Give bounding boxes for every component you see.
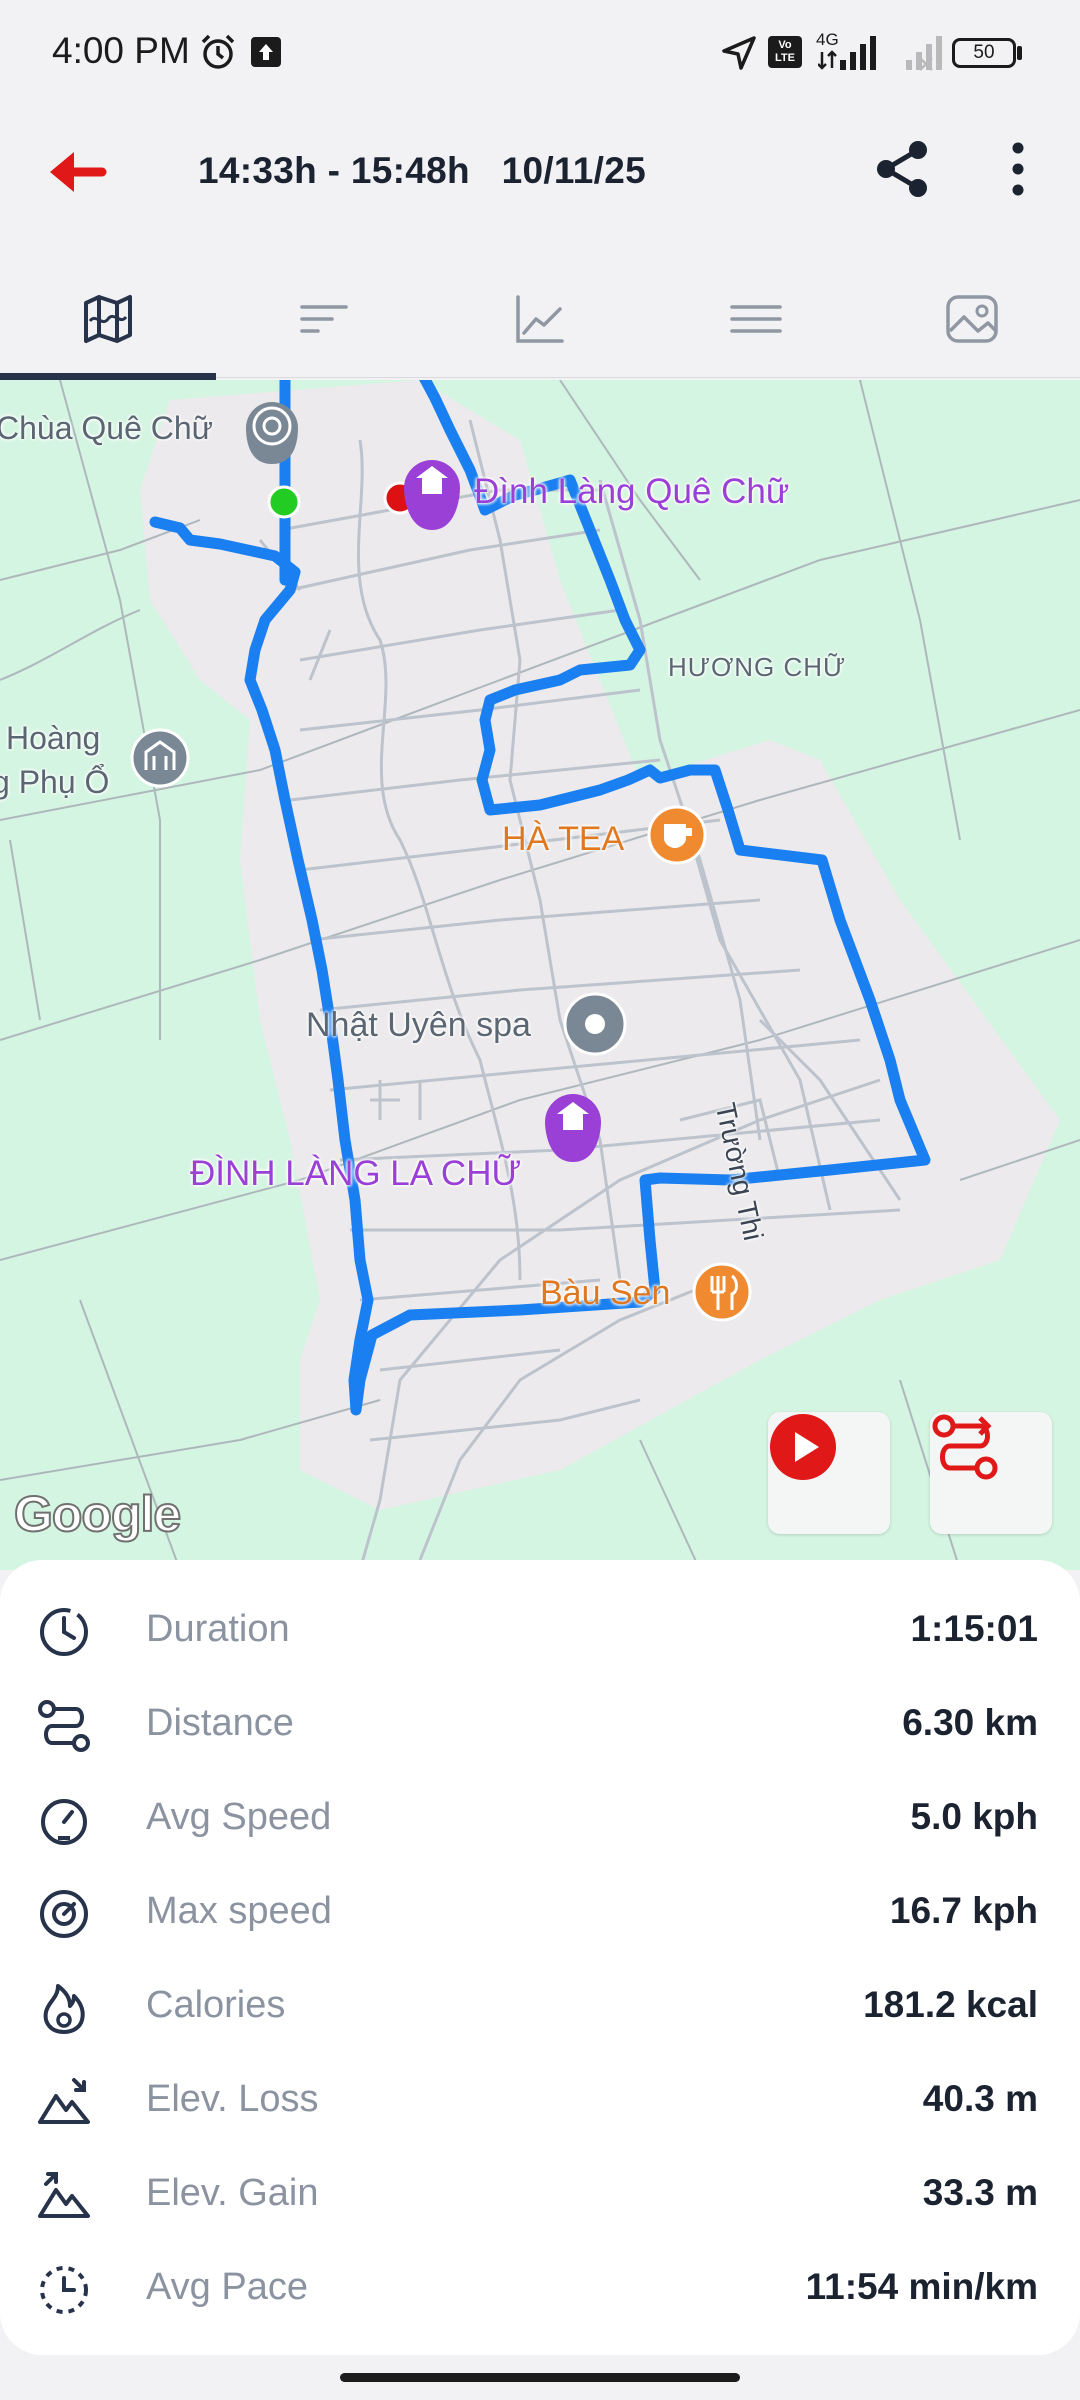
poi-pin-ha-tea[interactable] [647,805,707,865]
tab-selected-indicator [0,373,216,380]
play-route-button[interactable] [768,1412,890,1534]
stat-label: Duration [146,1608,290,1650]
stat-row-avg-speed: Avg Speed 5.0 kph [0,1770,1080,1864]
flame-icon [43,1984,85,2034]
stat-row-elev-gain: Elev. Gain 33.3 m [0,2146,1080,2240]
signal-icon [818,36,876,70]
map-label-ha-tea: HÀ TEA [502,820,625,858]
more-vertical-icon [1012,142,1024,196]
map-label-bau-sen: Bàu Sen [540,1274,671,1312]
stat-value: 40.3 m [922,2078,1038,2119]
stat-value: 11:54 min/km [805,2266,1038,2307]
chart-icon [516,295,564,343]
map-icon [84,295,132,343]
upload-notification-icon [251,37,281,67]
route-icon [38,1700,90,1752]
home-indicator[interactable] [340,2373,740,2382]
page-title: 14:33h - 15:48h 10/11/25 [198,150,646,191]
google-logo: Google [13,1485,182,1543]
map-label-dinh-lang-que-chu: Đình Làng Quê Chữ [474,472,790,511]
stat-value: 1:15:01 [910,1608,1038,1649]
stat-label: Max speed [146,1890,332,1932]
clock-icon [40,1608,88,1656]
tab-photos[interactable] [864,260,1080,378]
battery-tip [1017,46,1022,60]
stat-value: 181.2 kcal [863,1984,1038,2025]
status-time: 4:00 PM [52,30,190,71]
map-label-hoang-line2: g Phụ Ổ [0,764,110,800]
poi-pin-nhat-uyen-spa[interactable] [563,992,627,1056]
share-icon [877,141,927,197]
alarm-icon [201,34,235,69]
map-label-chua-que-chu: Chùa Quê Chữ [0,410,214,446]
map-label-nhat-uyen-spa: Nhật Uyên spa [306,1006,531,1044]
tab-laps[interactable] [216,260,432,378]
map-label-dinh-lang-la-chu: ĐÌNH LÀNG LA CHỮ [190,1154,522,1193]
photo-icon [946,295,998,343]
share-button[interactable] [870,136,936,202]
app-bar: 14:33h - 15:48h 10/11/25 [0,108,1080,232]
stat-value: 5.0 kph [910,1796,1039,1837]
route-options-button[interactable] [930,1412,1052,1534]
laps-icon [300,305,348,333]
volte-icon: Vo LTE [768,36,802,68]
play-icon [770,1414,836,1480]
temple-icon [563,1112,583,1130]
temple-icon [422,476,442,494]
pace-icon [40,2266,88,2314]
stat-row-duration: Duration 1:15:01 [0,1582,1080,1676]
signal-weak-icon [906,36,942,71]
poi-pin-bau-sen[interactable] [692,1262,752,1322]
menu-lines-icon [730,305,782,333]
location-arrow-icon [722,36,756,70]
max-speed-icon [40,1890,88,1938]
poi-pin-chua-que-chu[interactable] [246,402,298,464]
battery-icon: 50 [952,38,1016,68]
tab-chart[interactable] [432,260,648,378]
stat-label: Avg Pace [146,2266,308,2308]
stat-label: Elev. Gain [146,2172,319,2214]
more-options-button[interactable] [990,136,1040,202]
stat-label: Distance [146,1702,294,1744]
back-button[interactable] [40,134,116,210]
tab-map[interactable] [0,260,216,380]
status-bar: 4:00 PM Vo LTE 4G 50 [0,0,1080,108]
route-icon [932,1414,998,1480]
stat-value: 16.7 kph [889,1890,1038,1931]
map-canvas [0,380,1080,1570]
stat-value: 6.30 km [902,1702,1038,1743]
stat-row-distance: Distance 6.30 km [0,1676,1080,1770]
stat-value: 33.3 m [922,2172,1038,2213]
map-view[interactable]: Chùa Quê Chữ Đình Làng Quê Chữ HƯƠNG CHỮ… [0,380,1080,1570]
map-label-hoang-line1: Hoàng [6,720,101,756]
back-arrow-icon [50,152,107,192]
tab-bar [0,260,1080,380]
stat-row-elev-loss: Elev. Loss 40.3 m [0,2052,1080,2146]
elevation-loss-icon [38,2078,90,2124]
map-label-huong-chu: HƯƠNG CHỮ [668,652,847,682]
stat-label: Calories [146,1984,286,2026]
stat-row-max-speed: Max speed 16.7 kph [0,1864,1080,1958]
stats-panel: Duration 1:15:01 Distance 6.30 km Avg Sp… [0,1560,1080,2355]
tab-details[interactable] [648,260,864,378]
stat-row-avg-pace: Avg Pace 11:54 min/km [0,2240,1080,2334]
poi-pin-hoang[interactable] [130,728,190,788]
pin-dot-icon [585,1014,605,1034]
stat-label: Avg Speed [146,1796,332,1838]
elevation-gain-icon [38,2172,90,2218]
stat-label: Elev. Loss [146,2078,319,2120]
start-marker [267,485,301,519]
speedometer-icon [41,1799,87,1845]
stat-row-calories: Calories 181.2 kcal [0,1958,1080,2052]
